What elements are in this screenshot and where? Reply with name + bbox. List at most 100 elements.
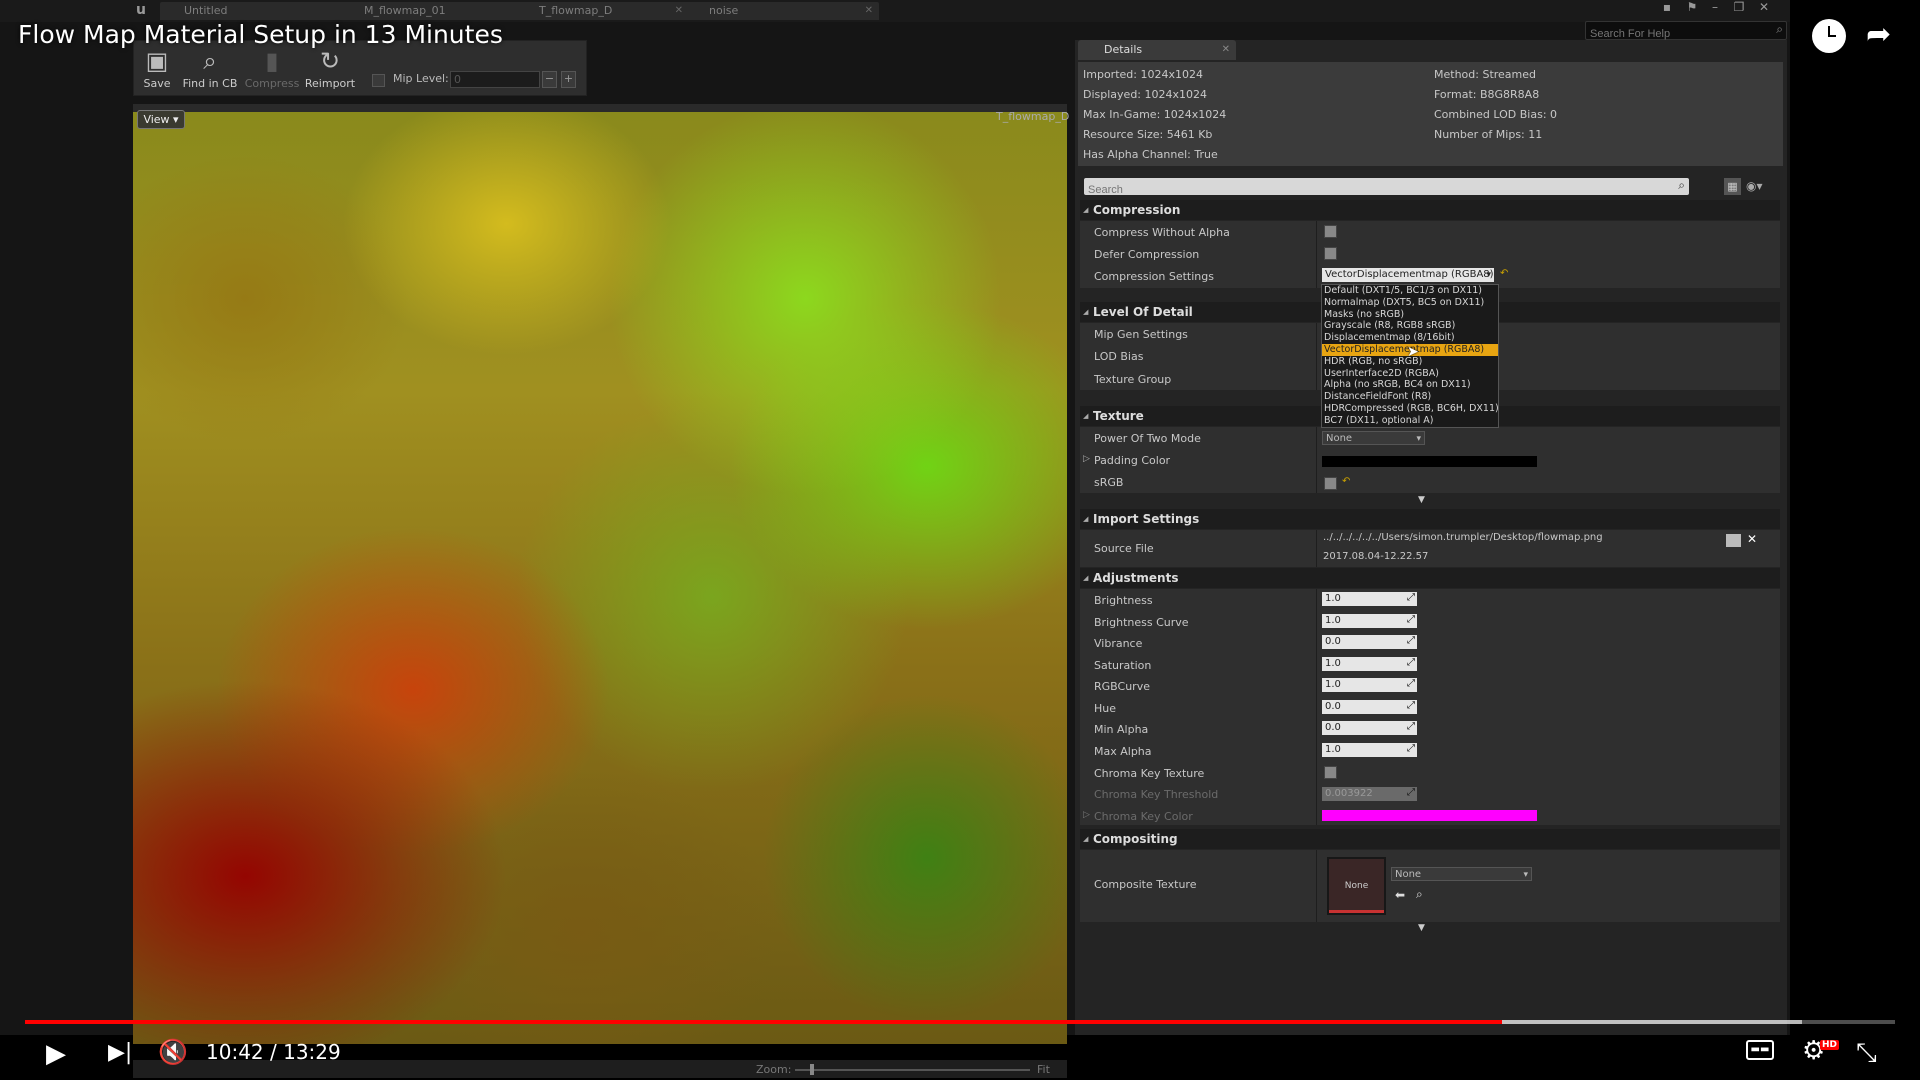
subtitles-icon[interactable]: ▬▬ <box>1746 1040 1774 1060</box>
composite-texture-thumbnail[interactable]: None <box>1327 857 1386 915</box>
flag-icon[interactable]: ⚑ <box>1680 0 1704 14</box>
mip-increase-button[interactable]: + <box>561 71 576 88</box>
settings-gear-icon[interactable]: ⚙ HD <box>1802 1036 1840 1066</box>
close-icon[interactable]: ✕ <box>1222 40 1230 60</box>
dropdown-option[interactable]: Default (DXT1/5, BC1/3 on DX11) <box>1322 285 1498 297</box>
share-arrow-icon[interactable]: ➦ <box>1866 17 1891 52</box>
find-in-cb-button[interactable]: ⌕ Find in CB <box>180 43 240 93</box>
power-of-two-label: Power Of Two Mode <box>1094 432 1201 445</box>
chroma-key-color-swatch[interactable] <box>1322 810 1537 821</box>
dropdown-option[interactable]: Alpha (no sRGB, BC4 on DX11) <box>1322 379 1498 391</box>
padding-color-label: Padding Color <box>1094 454 1171 467</box>
details-tab[interactable]: Details ✕ <box>1078 40 1236 60</box>
dropdown-option[interactable]: Normalmap (DXT5, BC5 on DX11) <box>1322 297 1498 309</box>
texture-name-label: T_flowmap_D <box>996 110 1070 123</box>
mip-level-input[interactable]: 0 <box>450 71 540 88</box>
texture-viewport[interactable] <box>133 104 1067 1044</box>
help-search[interactable]: ⌕ <box>1585 21 1787 41</box>
vibrance-input[interactable]: 0.0 <box>1322 634 1417 649</box>
close-icon[interactable]: ✕ <box>865 2 873 20</box>
srgb-checkbox[interactable] <box>1324 477 1337 490</box>
info-num-mips: Number of Mips: 11 <box>1434 128 1543 141</box>
save-button[interactable]: ▣ Save <box>136 43 178 93</box>
hue-input[interactable]: 0.0 <box>1322 699 1417 714</box>
view-options-eye-icon[interactable]: ◉▾ <box>1746 178 1774 195</box>
dropdown-option[interactable]: HDRCompressed (RGB, BC6H, DX11) <box>1322 403 1498 415</box>
section-adjustments[interactable]: Adjustments <box>1080 568 1780 588</box>
tab-t-flowmap[interactable]: T_flowmap_D ✕ <box>515 2 689 20</box>
reset-to-default-icon[interactable]: ↶ <box>1500 268 1508 279</box>
advanced-expand-icon[interactable]: ▼ <box>1418 923 1425 933</box>
reimport-button[interactable]: ↻ Reimport <box>302 43 358 93</box>
vibrance-label: Vibrance <box>1094 637 1143 650</box>
unreal-logo-icon[interactable]: u <box>136 2 154 20</box>
close-icon[interactable]: ✕ <box>675 2 683 20</box>
dropdown-option[interactable]: Grayscale (R8, RGB8 sRGB) <box>1322 320 1498 332</box>
max-alpha-label: Max Alpha <box>1094 745 1152 758</box>
reset-to-default-icon[interactable]: ↶ <box>1342 476 1350 487</box>
section-compositing[interactable]: Compositing <box>1080 829 1780 849</box>
view-menu-button[interactable]: View ▾ <box>137 110 185 129</box>
composite-texture-combo[interactable]: None <box>1391 867 1532 882</box>
brightness-input[interactable]: 1.0 <box>1322 591 1417 606</box>
minimize-icon[interactable]: – <box>1703 0 1727 14</box>
dropdown-option[interactable]: Masks (no sRGB) <box>1322 309 1498 321</box>
mute-speaker-icon[interactable]: 🔇 <box>158 1038 188 1066</box>
chat-icon[interactable]: ▪ <box>1655 0 1679 14</box>
expand-arrow-icon[interactable]: ▷ <box>1083 454 1090 464</box>
section-compression[interactable]: Compression <box>1080 200 1780 220</box>
section-import-settings[interactable]: Import Settings <box>1080 509 1780 529</box>
chroma-key-threshold-input[interactable]: 0.003922 <box>1322 786 1417 801</box>
video-progress-bar[interactable] <box>25 1020 1895 1024</box>
source-file-label: Source File <box>1094 542 1154 555</box>
dropdown-option[interactable]: BC7 (DX11, optional A) <box>1322 415 1498 427</box>
flowmap-texture-preview <box>133 112 1067 1044</box>
max-alpha-input[interactable]: 1.0 <box>1322 742 1417 757</box>
clear-icon[interactable]: ✕ <box>1747 532 1757 546</box>
watch-later-clock-icon[interactable] <box>1812 19 1846 53</box>
window-close-icon[interactable]: ✕ <box>1752 0 1776 14</box>
expand-arrow-icon[interactable]: ▷ <box>1083 810 1090 820</box>
padding-color-swatch[interactable] <box>1322 456 1537 467</box>
restore-icon[interactable]: ❐ <box>1727 0 1751 14</box>
help-search-input[interactable] <box>1586 27 1769 41</box>
chroma-key-threshold-label: Chroma Key Threshold <box>1094 788 1219 801</box>
saturation-input[interactable]: 1.0 <box>1322 656 1417 671</box>
advanced-expand-icon[interactable]: ▼ <box>1418 495 1425 505</box>
property-matrix-icon[interactable]: ▦ <box>1724 178 1741 195</box>
hd-badge: HD <box>1820 1040 1840 1050</box>
browse-file-icon[interactable] <box>1726 534 1741 547</box>
rgbcurve-input[interactable]: 1.0 <box>1322 677 1417 692</box>
search-icon: ⌕ <box>1678 178 1685 192</box>
dropdown-option[interactable]: UserInterface2D (RGBA) <box>1322 368 1498 380</box>
chroma-key-texture-checkbox[interactable] <box>1324 766 1337 779</box>
compression-settings-label: Compression Settings <box>1094 270 1214 283</box>
dropdown-option[interactable]: DistanceFieldFont (R8) <box>1322 391 1498 403</box>
compress-button[interactable]: ▮ Compress <box>244 43 300 93</box>
power-of-two-combo[interactable]: None <box>1322 431 1425 446</box>
tab-untitled[interactable]: Untitled✕ <box>160 2 354 20</box>
mip-decrease-button[interactable]: − <box>542 71 557 88</box>
tab-m-flowmap[interactable]: M_flowmap_01✕ <box>340 2 534 20</box>
reimport-icon: ↻ <box>319 47 341 75</box>
exit-fullscreen-icon[interactable]: ⤡ <box>1856 1038 1877 1069</box>
defer-compression-checkbox[interactable] <box>1324 247 1337 260</box>
brightness-curve-input[interactable]: 1.0 <box>1322 613 1417 628</box>
compress-without-alpha-checkbox[interactable] <box>1324 225 1337 238</box>
use-selected-arrow-icon[interactable]: ⬅ <box>1395 888 1405 902</box>
details-search[interactable]: ⌕ <box>1084 178 1689 197</box>
info-combined-lod: Combined LOD Bias: 0 <box>1434 108 1558 121</box>
browse-magnifier-icon[interactable]: ⌕ <box>1416 887 1423 902</box>
next-icon[interactable]: ▶| <box>108 1040 132 1065</box>
play-icon[interactable]: ▶ <box>46 1039 66 1069</box>
video-title[interactable]: Flow Map Material Setup in 13 Minutes <box>18 20 503 49</box>
adjustment-rows: Brightness Brightness Curve Vibrance Sat… <box>1080 589 1780 825</box>
min-alpha-input[interactable]: 0.0 <box>1322 720 1417 735</box>
source-file-date: 2017.08.04-12.22.57 <box>1323 551 1429 562</box>
tab-noise[interactable]: noise ✕ <box>685 2 879 20</box>
dropdown-option[interactable]: Displacementmap (8/16bit) <box>1322 332 1498 344</box>
details-search-input[interactable] <box>1084 183 1652 197</box>
compression-settings-combo[interactable]: VectorDisplacementmap (RGBA8) <box>1322 268 1494 282</box>
mip-level-checkbox[interactable] <box>372 74 385 87</box>
info-displayed: Displayed: 1024x1024 <box>1083 88 1207 101</box>
